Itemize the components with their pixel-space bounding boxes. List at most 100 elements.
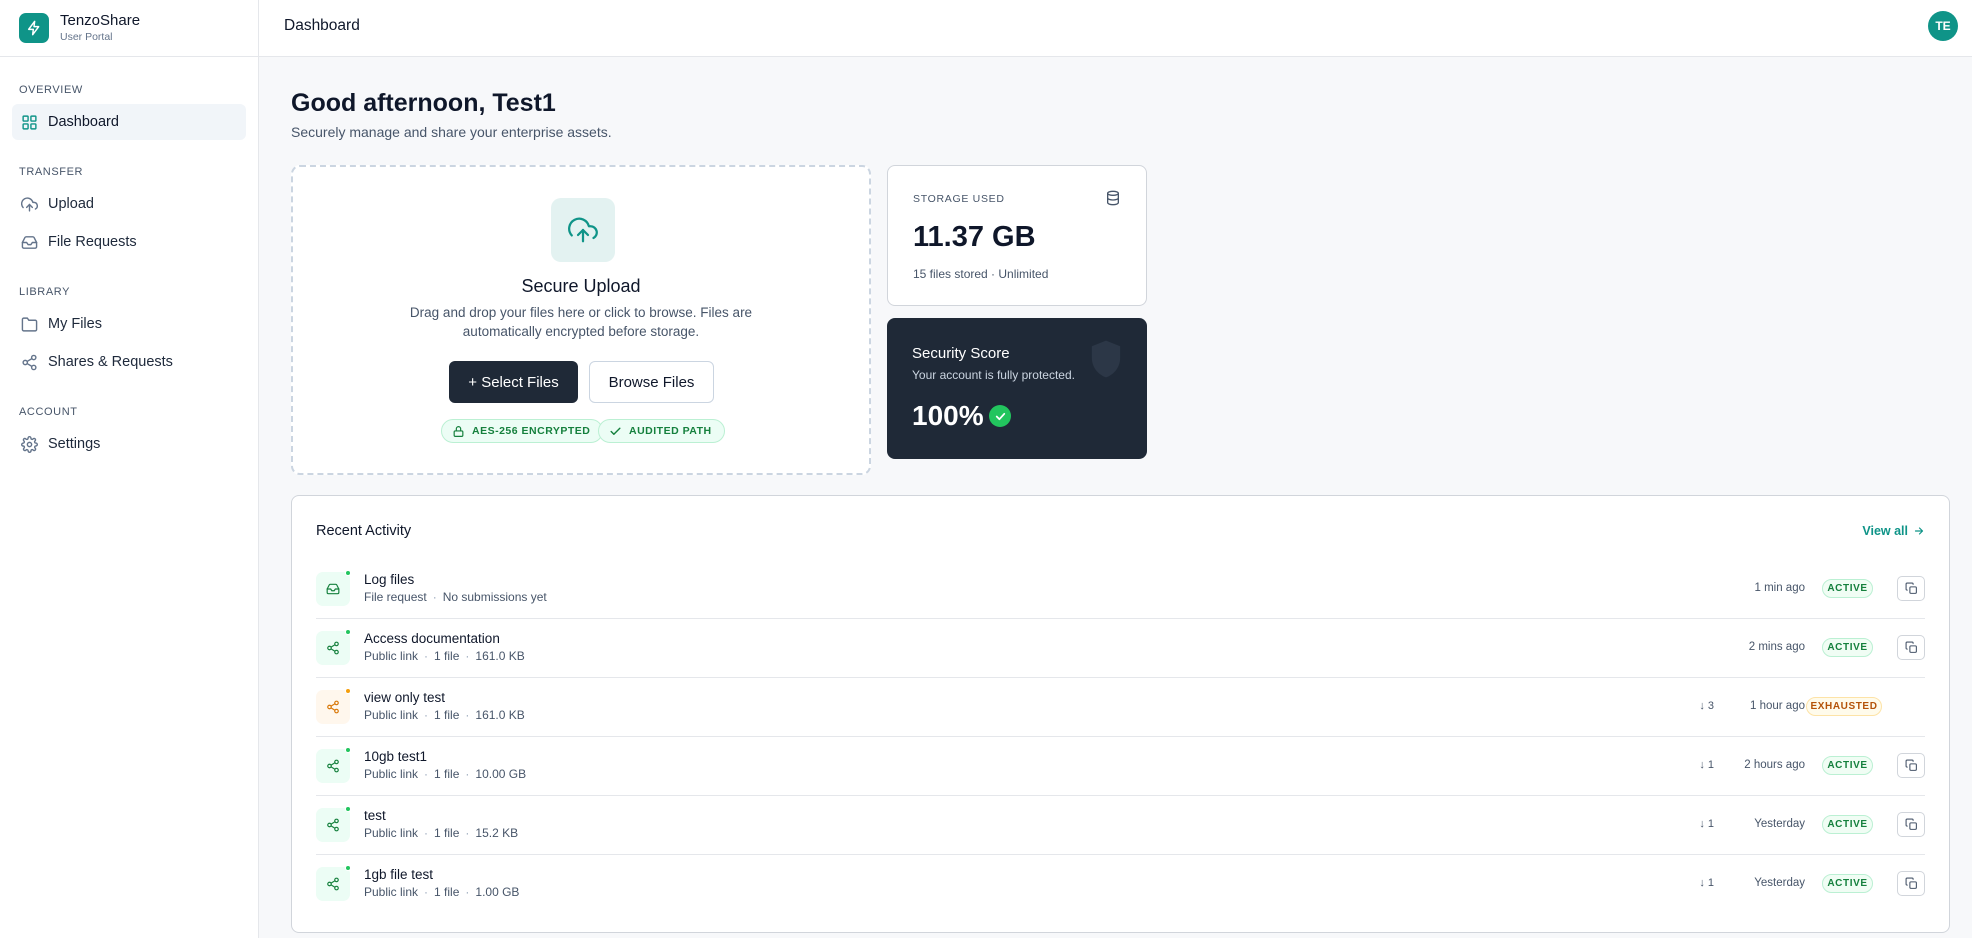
- sidebar-item-dashboard[interactable]: Dashboard: [12, 104, 246, 140]
- select-files-button[interactable]: + Select Files: [449, 361, 578, 403]
- brand-name: TenzoShare: [60, 12, 141, 29]
- share-icon: [316, 865, 351, 901]
- cloud-upload-icon: [551, 198, 615, 262]
- security-score-card: Security Score Your account is fully pro…: [887, 318, 1147, 459]
- meta-separator: ·: [424, 767, 429, 781]
- copy-link-button[interactable]: [1897, 576, 1925, 601]
- status-dot: [345, 629, 351, 635]
- copy-link-button[interactable]: [1897, 635, 1925, 660]
- row-time: 1 hour ago: [1750, 700, 1805, 712]
- sidebar-item-label: Shares & Requests: [48, 354, 173, 370]
- row-name[interactable]: 1gb file test: [364, 867, 433, 882]
- share-icon: [22, 354, 37, 370]
- storage-value: 11.37 GB: [913, 221, 1036, 253]
- brand-subtitle: User Portal: [60, 31, 113, 43]
- status-badge: ACTIVE: [1822, 815, 1873, 834]
- page-title: Dashboard: [284, 17, 360, 34]
- activity-row[interactable]: test Public link · 1 file · 15.2 KB ↓ 1 Yesterd…: [316, 796, 1925, 855]
- sidebar-nav: OVERVIEW Dashboard TRANSFER Upload File …: [0, 84, 258, 462]
- status-badge: EXHAUSTED: [1806, 697, 1882, 716]
- storage-subtitle: 15 files stored · Unlimited: [913, 267, 1049, 281]
- row-meta-item: 1.00 GB: [475, 885, 520, 899]
- recent-activity-title: Recent Activity: [316, 523, 412, 539]
- row-meta-item: File request: [364, 590, 427, 604]
- meta-separator: ·: [465, 708, 470, 722]
- row-meta-item: Public link: [364, 826, 419, 840]
- sidebar-item-my-files[interactable]: My Files: [12, 306, 246, 342]
- upload-description: Drag and drop your files here or click t…: [409, 305, 753, 339]
- row-meta-item: 1 file: [434, 826, 460, 840]
- row-time: Yesterday: [1754, 877, 1805, 889]
- row-time: 2 hours ago: [1744, 759, 1805, 771]
- folder-icon: [21, 316, 38, 332]
- sidebar-item-file-requests[interactable]: File Requests: [12, 224, 246, 260]
- lock-icon: [453, 425, 464, 437]
- browse-files-button[interactable]: Browse Files: [589, 361, 714, 403]
- activity-row[interactable]: Access documentation Public link · 1 file · 1…: [316, 619, 1925, 678]
- sidebar-item-label: File Requests: [48, 234, 137, 250]
- row-name[interactable]: Access documentation: [364, 631, 500, 646]
- cloud-upload-icon: [21, 196, 38, 212]
- nav-section-library: LIBRARY: [19, 286, 71, 298]
- row-name[interactable]: 10gb test1: [364, 749, 427, 764]
- copy-icon: [1905, 818, 1917, 830]
- greeting-subtitle: Securely manage and share your enterpris…: [291, 124, 612, 140]
- view-all-label: View all: [1862, 524, 1908, 538]
- row-meta: File request · No submissions yet: [364, 590, 547, 604]
- status-dot: [345, 806, 351, 812]
- row-meta-item: 161.0 KB: [475, 649, 525, 663]
- shield-icon: [1091, 340, 1121, 378]
- meta-separator: ·: [432, 590, 437, 604]
- row-name[interactable]: test: [364, 808, 386, 823]
- avatar[interactable]: TE: [1928, 11, 1958, 41]
- copy-icon: [1905, 877, 1917, 889]
- meta-separator: ·: [424, 649, 429, 663]
- download-count: ↓ 1: [1699, 759, 1714, 771]
- share-icon: [316, 629, 351, 665]
- row-meta: Public link · 1 file · 15.2 KB: [364, 826, 518, 840]
- row-name[interactable]: view only test: [364, 690, 445, 705]
- copy-link-button[interactable]: [1897, 753, 1925, 778]
- row-meta-item: Public link: [364, 767, 419, 781]
- row-meta: Public link · 1 file · 161.0 KB: [364, 708, 525, 722]
- share-icon: [316, 747, 351, 783]
- share-icon: [316, 806, 351, 842]
- activity-row[interactable]: Log files File request · No submissions yet…: [316, 560, 1925, 619]
- meta-separator: ·: [465, 767, 470, 781]
- sidebar-item-label: Settings: [48, 436, 101, 452]
- sidebar-item-upload[interactable]: Upload: [12, 186, 246, 222]
- arrow-right-icon: [1914, 527, 1924, 535]
- brand[interactable]: TenzoShare User Portal: [0, 0, 258, 57]
- encryption-badge: AES-256 ENCRYPTED: [441, 419, 604, 443]
- sidebar-item-label: My Files: [48, 316, 102, 332]
- meta-separator: ·: [465, 649, 470, 663]
- status-badge: ACTIVE: [1822, 756, 1873, 775]
- status-dot: [345, 570, 351, 576]
- nav-section-overview: OVERVIEW: [19, 84, 83, 96]
- upload-dropzone[interactable]: Secure Upload Drag and drop your files h…: [291, 165, 871, 475]
- audited-path-badge-label: AUDITED PATH: [629, 425, 712, 437]
- row-meta-item: Public link: [364, 708, 419, 722]
- row-meta-item: Public link: [364, 885, 419, 899]
- row-meta: Public link · 1 file · 161.0 KB: [364, 649, 525, 663]
- sidebar: TenzoShare User Portal OVERVIEW Dashboar…: [0, 0, 259, 938]
- copy-icon: [1905, 582, 1917, 594]
- share-icon: [316, 688, 351, 724]
- activity-row[interactable]: 10gb test1 Public link · 1 file · 10.00 GB ↓ 1…: [316, 737, 1925, 796]
- database-icon: [1107, 190, 1119, 206]
- sidebar-item-label: Upload: [48, 196, 94, 212]
- grid-icon: [22, 114, 37, 130]
- check-icon: [610, 427, 621, 435]
- copy-link-button[interactable]: [1897, 812, 1925, 837]
- copy-link-button[interactable]: [1897, 871, 1925, 896]
- security-title: Security Score: [912, 345, 1010, 362]
- status-dot: [345, 747, 351, 753]
- top-bar: Dashboard TE: [259, 0, 1972, 57]
- sidebar-item-shares-requests[interactable]: Shares & Requests: [12, 344, 246, 380]
- activity-row[interactable]: 1gb file test Public link · 1 file · 1.00 GB ↓…: [316, 855, 1925, 914]
- view-all-link[interactable]: View all: [1862, 524, 1925, 538]
- activity-row[interactable]: view only test Public link · 1 file · 161.0 K…: [316, 678, 1925, 737]
- row-name[interactable]: Log files: [364, 572, 414, 587]
- meta-separator: ·: [465, 826, 470, 840]
- sidebar-item-settings[interactable]: Settings: [12, 426, 246, 462]
